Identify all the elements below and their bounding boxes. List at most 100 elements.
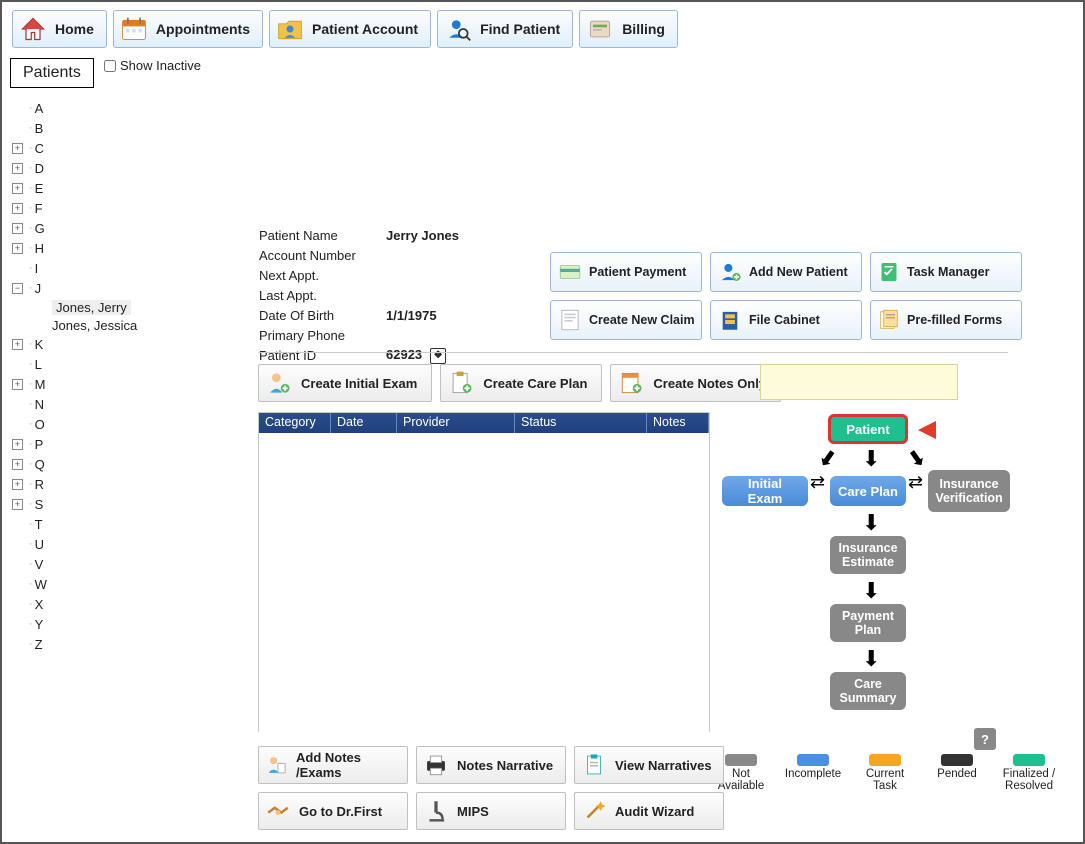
add-person-icon [717, 259, 743, 285]
payment-icon [557, 259, 583, 285]
tree-expander[interactable]: + [12, 183, 23, 194]
tree-letter-J[interactable]: −· J [12, 278, 212, 298]
tree-letter-A[interactable]: · A [12, 98, 212, 118]
create-care-plan-button[interactable]: Create Care Plan [440, 364, 602, 402]
tree-letter-T[interactable]: · T [12, 514, 212, 534]
tree-expander[interactable]: + [12, 223, 23, 234]
tree-letter-O[interactable]: · O [12, 414, 212, 434]
billing-label: Billing [622, 21, 665, 37]
show-inactive-checkbox[interactable]: Show Inactive [104, 58, 201, 73]
add-notes-exams-button[interactable]: Add Notes /Exams [258, 746, 408, 784]
tree-letter-K[interactable]: +· K [12, 334, 212, 354]
add-new-patient-button[interactable]: Add New Patient [710, 252, 862, 292]
home-button[interactable]: Home [12, 10, 107, 48]
tree-expander[interactable]: + [12, 499, 23, 510]
create-notes-only-button[interactable]: Create Notes Only [610, 364, 781, 402]
label-next-appt: Next Appt. [259, 266, 384, 284]
tree-letter-W[interactable]: · W [12, 574, 212, 594]
tree-expander[interactable]: + [12, 339, 23, 350]
create-new-claim-button[interactable]: Create New Claim [550, 300, 702, 340]
arrow-bi-1-icon: ⇄ [810, 472, 825, 493]
tree-expander[interactable]: + [12, 459, 23, 470]
label-last-appt: Last Appt. [259, 286, 384, 304]
patient-account-button[interactable]: Patient Account [269, 10, 431, 48]
flow-initial-exam: Initial Exam [722, 476, 808, 506]
task-manager-button[interactable]: Task Manager [870, 252, 1022, 292]
flow-payment-plan: Payment Plan [830, 604, 906, 642]
flow-insurance-verification: Insurance Verification [928, 470, 1010, 512]
tree-letter-D[interactable]: +· D [12, 158, 212, 178]
notes-plus-icon [617, 369, 645, 397]
tree-expander[interactable]: + [12, 439, 23, 450]
show-inactive-input[interactable] [104, 60, 116, 72]
tree-letter-C[interactable]: +· C [12, 138, 212, 158]
label-account-number: Account Number [259, 246, 384, 264]
tree-letter-U[interactable]: · U [12, 534, 212, 554]
col-provider[interactable]: Provider [397, 413, 515, 433]
appointments-label: Appointments [156, 21, 250, 37]
tree-expander[interactable]: + [12, 379, 23, 390]
tree-letter-Z[interactable]: · Z [12, 634, 212, 654]
tree-letter-G[interactable]: +· G [12, 218, 212, 238]
tree-letter-E[interactable]: +· E [12, 178, 212, 198]
grid-body[interactable] [259, 433, 709, 733]
flow-patient: Patient [828, 414, 908, 444]
value-last-appt [386, 286, 469, 304]
tree-letter-S[interactable]: +· S [12, 494, 212, 514]
label-phone: Primary Phone [259, 326, 384, 344]
file-cabinet-button[interactable]: File Cabinet [710, 300, 862, 340]
billing-button[interactable]: Billing [579, 10, 678, 48]
tree-letter-L[interactable]: · L [12, 354, 212, 374]
tree-expander[interactable]: + [12, 203, 23, 214]
tree-expander[interactable]: + [12, 243, 23, 254]
prefilled-forms-button[interactable]: Pre-filled Forms [870, 300, 1022, 340]
pid-portal-icon[interactable]: ❖ [430, 348, 446, 364]
patient-tree[interactable]: · A· B+· C+· D+· E+· F+· G+· H· I−· JJon… [12, 98, 212, 654]
tree-expander[interactable]: + [12, 479, 23, 490]
tree-letter-V[interactable]: · V [12, 554, 212, 574]
tree-letter-N[interactable]: · N [12, 394, 212, 414]
col-category[interactable]: Category [259, 413, 331, 433]
audit-wizard-button[interactable]: Audit Wizard [574, 792, 724, 830]
appointments-button[interactable]: Appointments [113, 10, 263, 48]
tree-letter-M[interactable]: +· M [12, 374, 212, 394]
search-person-icon [444, 15, 472, 43]
help-button[interactable]: ? [974, 728, 996, 750]
find-patient-button[interactable]: Find Patient [437, 10, 573, 48]
tree-child[interactable]: Jones, Jessica [52, 316, 212, 334]
tree-letter-B[interactable]: · B [12, 118, 212, 138]
tree-letter-P[interactable]: +· P [12, 434, 212, 454]
tree-expander[interactable]: + [12, 143, 23, 154]
tree-expander[interactable]: + [12, 163, 23, 174]
tree-child[interactable]: Jones, Jerry [52, 298, 212, 316]
col-date[interactable]: Date [331, 413, 397, 433]
value-patient-name: Jerry Jones [386, 226, 469, 244]
tree-expander[interactable]: − [12, 283, 23, 294]
go-to-drfirst-button[interactable]: Go to Dr.First [258, 792, 408, 830]
home-label: Home [55, 21, 94, 37]
tree-letter-H[interactable]: +· H [12, 238, 212, 258]
tree-letter-R[interactable]: +· R [12, 474, 212, 494]
records-grid[interactable]: Category Date Provider Status Notes [258, 412, 710, 732]
flow-care-plan: Care Plan [830, 476, 906, 506]
tree-letter-F[interactable]: +· F [12, 198, 212, 218]
view-narratives-button[interactable]: View Narratives [574, 746, 724, 784]
notes-narrative-button[interactable]: Notes Narrative [416, 746, 566, 784]
forms-icon [877, 308, 901, 332]
tree-letter-Q[interactable]: +· Q [12, 454, 212, 474]
doctor-plus-icon [265, 369, 293, 397]
tree-letter-Y[interactable]: · Y [12, 614, 212, 634]
label-pid: Patient ID [259, 346, 384, 365]
tree-letter-I[interactable]: · I [12, 258, 212, 278]
flow-care-summary: Care Summary [830, 672, 906, 710]
col-notes[interactable]: Notes [647, 413, 709, 433]
claim-icon [557, 307, 583, 333]
create-initial-exam-button[interactable]: Create Initial Exam [258, 364, 432, 402]
label-patient-name: Patient Name [259, 226, 384, 244]
patient-payment-button[interactable]: Patient Payment [550, 252, 702, 292]
workflow-diagram: Patient ⬇ ⬇ ⬇ Initial Exam ⇄ Care Plan ⇄… [722, 414, 1012, 734]
handshake-icon [265, 798, 291, 824]
mips-button[interactable]: MIPS [416, 792, 566, 830]
tree-letter-X[interactable]: · X [12, 594, 212, 614]
col-status[interactable]: Status [515, 413, 647, 433]
